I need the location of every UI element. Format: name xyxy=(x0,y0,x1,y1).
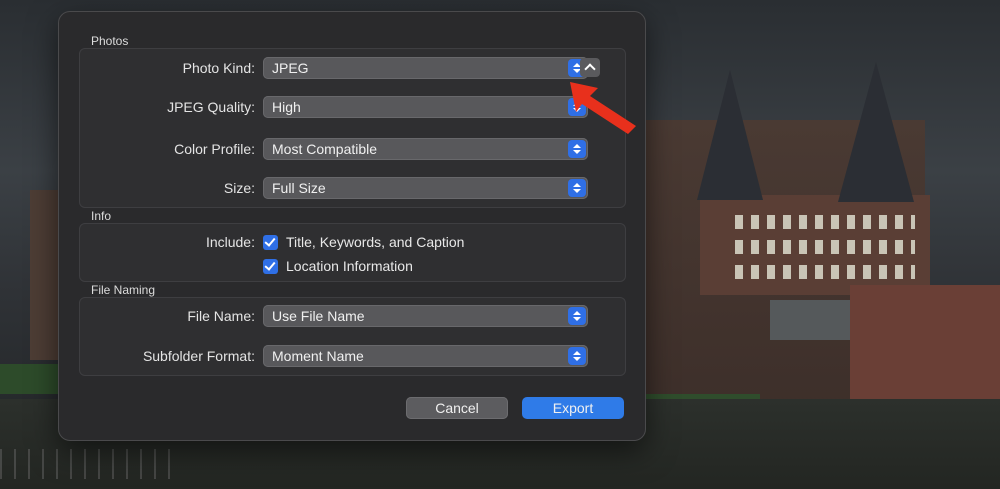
export-button[interactable]: Export xyxy=(522,397,624,419)
info-group: Include: Title, Keywords, and Caption Lo… xyxy=(79,223,626,282)
subfolder-format-popup[interactable]: Moment Name xyxy=(263,345,588,367)
title-keywords-caption-option[interactable]: Title, Keywords, and Caption xyxy=(263,234,464,250)
file-name-value: Use File Name xyxy=(272,308,365,324)
size-value: Full Size xyxy=(272,180,326,196)
photo-kind-label: Photo Kind: xyxy=(182,60,255,76)
info-section-title: Info xyxy=(91,209,112,223)
checkmark-icon[interactable] xyxy=(263,234,278,250)
photos-group: Photo Kind: JPEG JPEG Quality: High Colo… xyxy=(79,48,626,208)
export-dialog: Photos Photo Kind: JPEG JPEG Quality: Hi… xyxy=(58,11,646,441)
file-name-popup[interactable]: Use File Name xyxy=(263,305,588,327)
updown-chevron-icon xyxy=(568,347,586,365)
updown-chevron-icon xyxy=(568,140,586,158)
color-profile-label: Color Profile: xyxy=(174,141,255,157)
title-keywords-caption-label: Title, Keywords, and Caption xyxy=(286,234,465,250)
color-profile-value: Most Compatible xyxy=(272,141,378,157)
file-naming-section-title: File Naming xyxy=(91,283,156,297)
cancel-button[interactable]: Cancel xyxy=(406,397,508,419)
photos-section-title: Photos xyxy=(91,34,129,48)
photo-kind-value: JPEG xyxy=(272,60,309,76)
location-information-option[interactable]: Location Information xyxy=(263,258,413,274)
subfolder-format-label: Subfolder Format: xyxy=(142,348,255,364)
chevron-up-icon[interactable] xyxy=(580,58,600,77)
updown-chevron-icon xyxy=(568,307,586,325)
size-popup[interactable]: Full Size xyxy=(263,177,588,199)
color-profile-popup[interactable]: Most Compatible xyxy=(263,138,588,160)
file-name-label: File Name: xyxy=(187,308,255,324)
include-label: Include: xyxy=(205,234,255,250)
size-label: Size: xyxy=(223,180,255,196)
file-naming-group: File Name: Use File Name Subfolder Forma… xyxy=(79,297,626,376)
checkmark-icon[interactable] xyxy=(263,258,278,274)
jpeg-quality-value: High xyxy=(272,99,301,115)
red-arrow-icon xyxy=(570,82,636,134)
photo-kind-popup[interactable]: JPEG xyxy=(263,57,588,79)
subfolder-format-value: Moment Name xyxy=(272,348,364,364)
jpeg-quality-label: JPEG Quality: xyxy=(167,99,255,115)
updown-chevron-icon xyxy=(568,179,586,197)
location-information-label: Location Information xyxy=(286,258,413,274)
jpeg-quality-popup[interactable]: High xyxy=(263,96,588,118)
